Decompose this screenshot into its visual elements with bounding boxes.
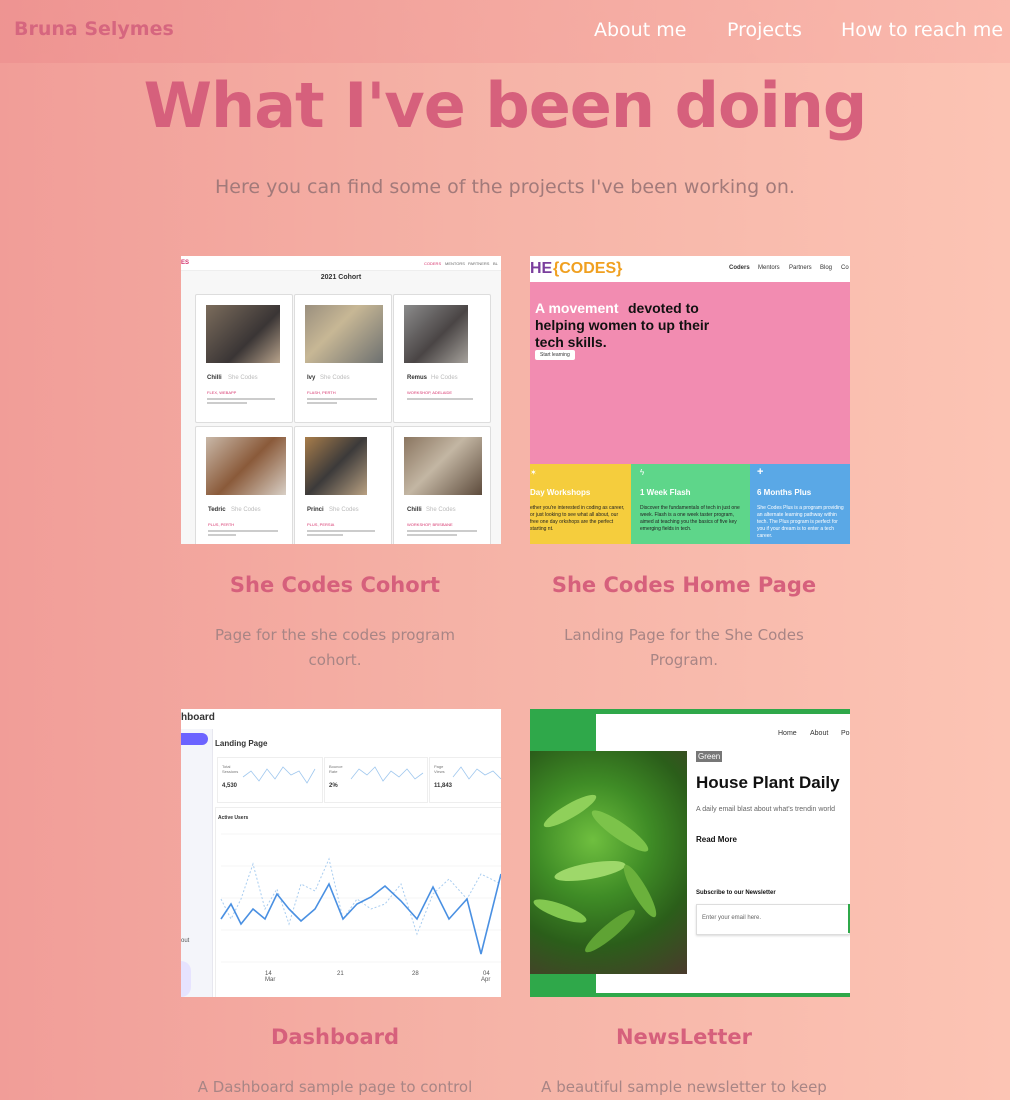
cohort-card-track: PLUS, PERSIA	[307, 522, 335, 527]
project-desc-cohort: Page for the she codes program cohort.	[175, 623, 495, 673]
homepage-menu-item: Partners	[789, 265, 812, 271]
dashboard-line-chart	[220, 833, 501, 963]
project-image-dashboard[interactable]: hboard out Landing Page Total Sessions 4…	[181, 709, 501, 997]
cohort-card-tag: She Codes	[228, 375, 258, 381]
cohort-card-tag: She Codes	[231, 507, 261, 513]
cohort-card: Remus He Codes WORKSHOP, ADELAIDE	[393, 294, 491, 423]
plus-icon: +	[757, 466, 764, 478]
cohort-card-name: Princi	[307, 507, 324, 513]
navbar: Bruna Selymes About me Projects How to r…	[0, 0, 1010, 63]
project-desc-dashboard: A Dashboard sample page to control	[165, 1075, 505, 1100]
project-image-homepage[interactable]: HE {CODES} Coders Mentors Partners Blog …	[530, 256, 850, 544]
nav-link-projects[interactable]: Projects	[727, 19, 802, 41]
cohort-menu-item: PARTNERS	[468, 261, 490, 266]
cohort-logo-text: ES	[181, 260, 190, 266]
project-title-dashboard[interactable]: Dashboard	[175, 1025, 495, 1049]
cohort-menu-item: BL	[493, 261, 498, 266]
page-title: What I've been doing	[143, 69, 868, 142]
cohort-card: Chilli She Codes FLEX, WEBAPP	[195, 294, 293, 423]
homepage-menu-item: Blog	[820, 265, 833, 271]
brand-logo[interactable]: Bruna Selymes	[14, 18, 174, 40]
cohort-card-track: PLUS, PERTH	[208, 522, 235, 527]
cohort-card-name: Remus	[407, 375, 428, 381]
cohort-card: Princi She Codes PLUS, PERSIA	[294, 426, 392, 544]
cohort-card-name: Ivy	[307, 375, 316, 381]
cohort-card-tag: She Codes	[329, 507, 359, 513]
homepage-hero-highlight: A movement	[535, 300, 619, 316]
newsletter-menu-item: Home	[778, 730, 797, 737]
cohort-menu-item: CODERS	[424, 261, 442, 266]
newsletter-menu-item: Po	[841, 730, 850, 737]
homepage-menu-item: Coders	[729, 265, 750, 271]
cohort-card-tag: He Codes	[431, 375, 458, 381]
page-subtitle: Here you can find some of the projects I…	[215, 176, 795, 198]
newsletter-email-placeholder: Enter your email here.	[702, 915, 762, 921]
project-title-homepage[interactable]: She Codes Home Page	[524, 573, 844, 597]
cohort-card: Tedric She Codes PLUS, PERTH	[195, 426, 293, 544]
project-desc-line: Program.	[649, 651, 719, 669]
newsletter-email-field: Enter your email here.	[696, 904, 850, 935]
plant-leaves	[533, 794, 657, 953]
homepage-col-body: Discover the fundamentals of tech in jus…	[640, 505, 740, 532]
homepage-col-body: She Codes Plus is a program providing an…	[757, 505, 844, 539]
homepage-menu-item: Co	[841, 265, 849, 271]
sun-icon: ✶	[530, 468, 537, 477]
dashboard-x-tick: Mar	[265, 977, 276, 983]
homepage-col-title: 1 Week Flash	[640, 488, 691, 497]
homepage-col-title: 6 Months Plus	[757, 488, 812, 497]
homepage-hero-text: devoted to	[628, 300, 699, 316]
project-title-newsletter[interactable]: NewsLetter	[524, 1025, 844, 1049]
homepage-hero-text: helping women to up their	[535, 317, 710, 333]
project-title-cohort[interactable]: She Codes Cohort	[175, 573, 495, 597]
cohort-card-name: Chilli	[207, 375, 222, 381]
nav-link-about[interactable]: About me	[594, 19, 686, 41]
project-desc-line: cohort.	[308, 651, 362, 669]
homepage-col-title: Day Workshops	[530, 488, 591, 497]
project-image-newsletter[interactable]: Home About Po Green House Plant Daily A …	[530, 709, 850, 997]
project-desc-line: A Dashboard sample page to control	[197, 1078, 473, 1096]
homepage-hero-text: tech skills.	[535, 334, 607, 350]
project-image-cohort[interactable]: ES CODERS MENTORS PARTNERS BL 2021 Cohor…	[181, 256, 501, 544]
cohort-card: Ivy She Codes FLASH, PERTH	[294, 294, 392, 423]
newsletter-read-more: Read More	[696, 835, 737, 844]
homepage-cta-button: Start learning	[535, 350, 575, 360]
project-desc-line: Page for the she codes program	[215, 626, 455, 644]
project-desc-line: A beautiful sample newsletter to keep	[541, 1078, 827, 1096]
cohort-heading: 2021 Cohort	[320, 274, 362, 281]
cohort-card-name: Tedric	[208, 507, 226, 513]
homepage-col-body: ether you're interested in coding as car…	[530, 505, 625, 532]
cohort-card-tag: She Codes	[426, 507, 456, 513]
newsletter-menu-item: About	[810, 730, 829, 737]
dashboard-x-tick: 21	[337, 971, 344, 977]
homepage-menu-item: Mentors	[758, 265, 780, 271]
newsletter-headline: House Plant Daily	[696, 773, 840, 792]
cohort-card: Chilli She Codes WORKSHOP, BRISBANE	[393, 426, 491, 544]
newsletter-blurb: A daily email blast about what's trendin…	[696, 806, 836, 813]
cohort-card-track: FLASH, PERTH	[307, 390, 336, 395]
newsletter-subscribe-label: Subscribe to our Newsletter	[696, 890, 776, 896]
cohort-card-track: WORKSHOP, ADELAIDE	[407, 390, 453, 395]
project-desc-line: Landing Page for the She Codes	[564, 626, 804, 644]
project-desc-homepage: Landing Page for the She Codes Program.	[524, 623, 844, 673]
dashboard-x-tick: 28	[412, 971, 419, 977]
project-desc-newsletter: A beautiful sample newsletter to keep	[514, 1075, 854, 1100]
cohort-card-track: WORKSHOP, BRISBANE	[407, 522, 453, 527]
newsletter-badge: Green	[696, 751, 723, 762]
dashboard-x-tick: Apr	[481, 977, 491, 983]
nav-link-contact[interactable]: How to reach me	[841, 19, 1003, 41]
homepage-logo-text: HE	[530, 260, 553, 277]
cohort-card-tag: She Codes	[320, 375, 350, 381]
cohort-card-track: FLEX, WEBAPP	[207, 390, 237, 395]
flash-icon: ϟ	[640, 468, 645, 477]
cohort-menu-item: MENTORS	[445, 261, 465, 266]
homepage-logo-text: {CODES}	[553, 260, 623, 277]
cohort-card-name: Chilli	[407, 507, 422, 513]
